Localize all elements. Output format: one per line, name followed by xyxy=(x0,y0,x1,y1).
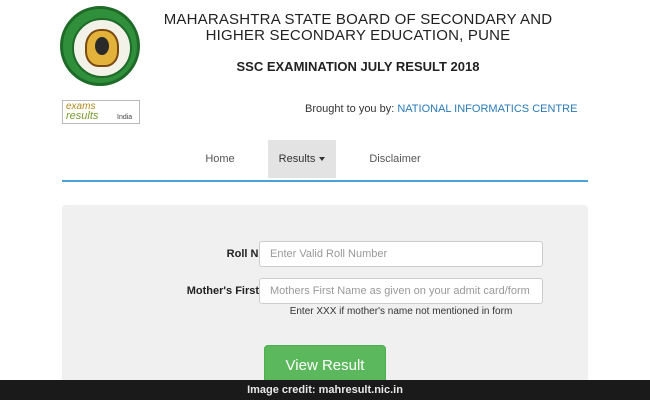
caret-down-icon xyxy=(319,157,326,162)
roll-number-input[interactable] xyxy=(259,241,543,267)
page-header: MAHARASHTRA STATE BOARD OF SECONDARY AND… xyxy=(0,0,650,90)
board-seal-icon xyxy=(60,6,140,86)
provider-prefix: Brought to you by: xyxy=(305,103,398,115)
exams-results-logo[interactable]: exams results India xyxy=(62,100,140,124)
board-title: MAHARASHTRA STATE BOARD OF SECONDARY AND… xyxy=(163,11,553,44)
nav-results-label: Results xyxy=(278,153,316,165)
mother-name-hint: Enter XXX if mother's name not mentioned… xyxy=(289,306,513,317)
mother-name-input[interactable] xyxy=(259,278,543,304)
image-credit: Image credit: mahresult.nic.in xyxy=(0,380,650,400)
main-nav: Home Results Disclaimer xyxy=(62,132,588,182)
result-form-panel: Roll Number:* Mother's First Name:* Ente… xyxy=(62,205,588,400)
nav-results[interactable]: Results xyxy=(268,140,336,178)
provider-org-link[interactable]: NATIONAL INFORMATICS CENTRE xyxy=(397,103,577,115)
seal-emblem xyxy=(85,29,119,67)
brand-india-text: India xyxy=(117,114,133,121)
brand-results-text: results xyxy=(66,110,99,122)
exam-title: SSC EXAMINATION JULY RESULT 2018 xyxy=(236,59,480,74)
provider-credit: Brought to you by: NATIONAL INFORMATICS … xyxy=(305,103,577,115)
nav-disclaimer[interactable]: Disclaimer xyxy=(358,140,432,178)
nav-home[interactable]: Home xyxy=(192,140,248,178)
